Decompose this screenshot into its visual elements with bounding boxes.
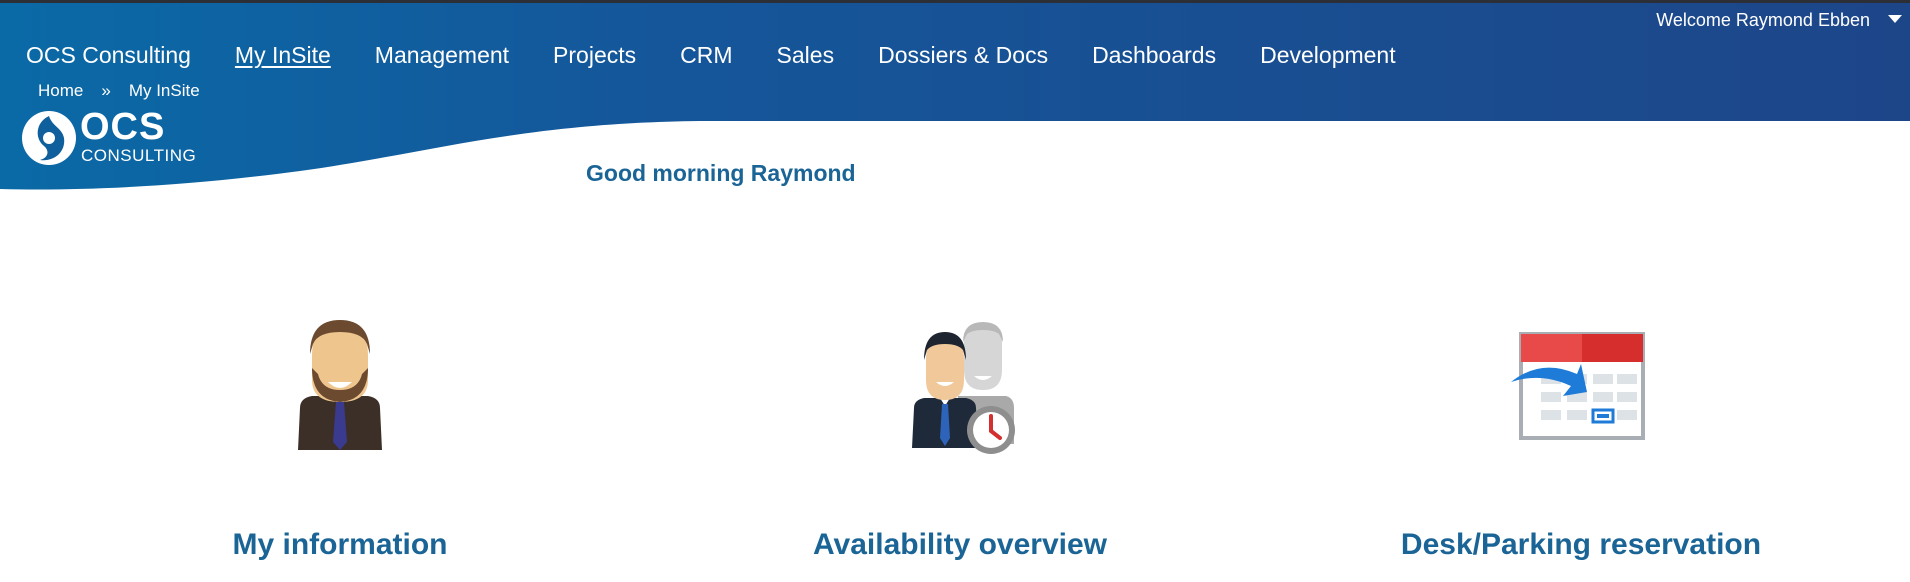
tile-availability-overview[interactable]: Availability overview <box>700 310 1220 562</box>
nav-item-crm[interactable]: CRM <box>680 42 732 69</box>
breadcrumb-separator: » <box>101 81 111 100</box>
breadcrumb-home[interactable]: Home <box>38 81 83 101</box>
nav-item-ocs-consulting[interactable]: OCS Consulting <box>26 42 191 69</box>
logo-swirl-icon <box>22 111 76 165</box>
welcome-user-menu[interactable]: Welcome Raymond Ebben <box>1656 10 1870 31</box>
nav-item-dossiers-docs[interactable]: Dossiers & Docs <box>878 42 1048 69</box>
calendar-reservation-icon <box>1511 332 1645 440</box>
availability-clock-icon <box>912 322 1015 454</box>
main-nav: OCS Consulting My InSite Management Proj… <box>26 42 1440 69</box>
logo-text: OCS <box>80 106 166 148</box>
header-banner <box>0 3 1910 190</box>
nav-item-sales[interactable]: Sales <box>777 42 835 69</box>
nav-item-management[interactable]: Management <box>375 42 509 69</box>
chevron-down-icon[interactable] <box>1888 15 1902 23</box>
tile-label-my-information: My information <box>232 528 448 561</box>
company-logo[interactable]: OCS CONSULTING <box>20 106 196 168</box>
tile-label-availability-overview: Availability overview <box>812 528 1108 561</box>
logo-subtext: CONSULTING <box>81 146 197 165</box>
tile-my-information[interactable]: My information <box>80 310 600 562</box>
tile-label-desk-parking-reservation: Desk/Parking reservation <box>1400 528 1762 561</box>
nav-item-projects[interactable]: Projects <box>553 42 636 69</box>
nav-item-my-insite[interactable]: My InSite <box>235 42 331 69</box>
greeting-text: Good morning Raymond <box>586 160 856 186</box>
nav-item-dashboards[interactable]: Dashboards <box>1092 42 1216 69</box>
tile-desk-parking-reservation[interactable]: Desk/Parking reservation <box>1321 310 1841 562</box>
breadcrumb: Home » My InSite <box>38 81 200 101</box>
nav-item-development[interactable]: Development <box>1260 42 1396 69</box>
businessman-icon <box>298 320 382 450</box>
breadcrumb-current: My InSite <box>128 81 200 100</box>
